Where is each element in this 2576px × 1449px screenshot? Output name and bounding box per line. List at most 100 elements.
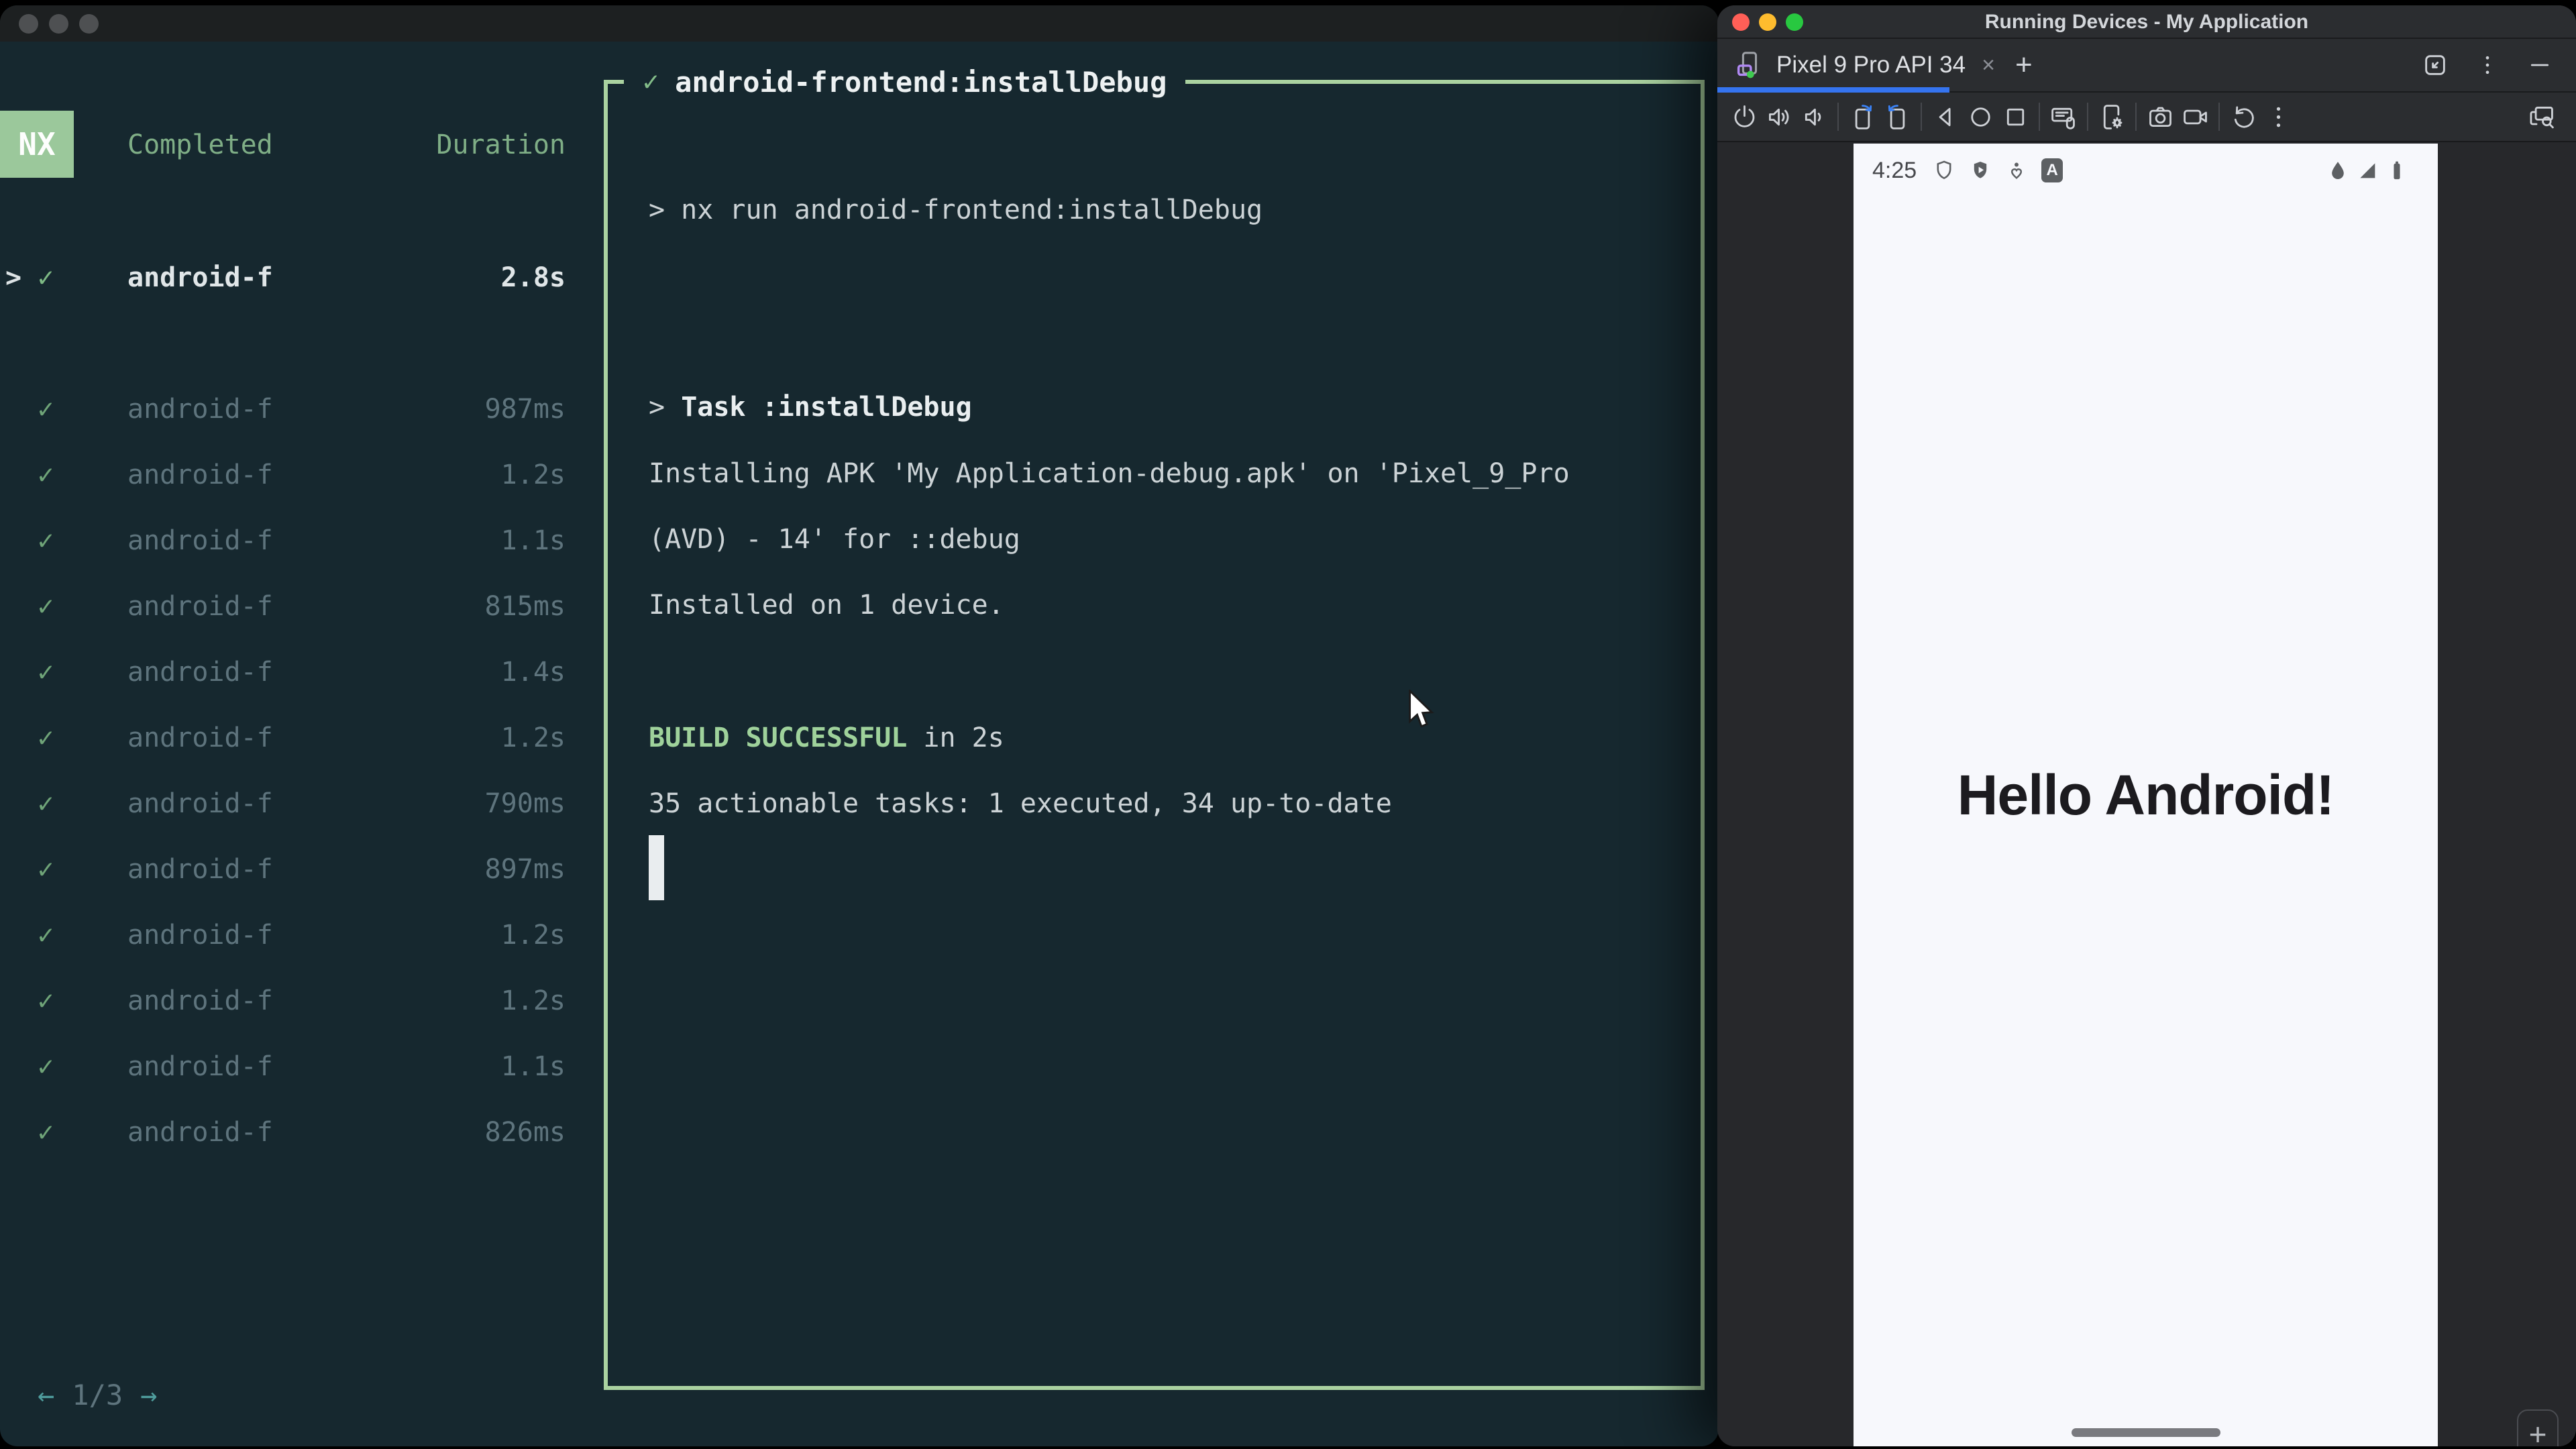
task-name: android-f [127, 920, 273, 951]
task-line-name: Task :installDebug [681, 392, 972, 423]
task-duration: 2.8s [500, 262, 566, 293]
virtual-device-icon [1737, 52, 1758, 78]
task-duration: 1.1s [500, 1051, 566, 1082]
home-button[interactable] [1963, 92, 1998, 142]
overview-button[interactable] [1998, 92, 2033, 142]
restart-button[interactable] [2226, 92, 2261, 142]
task-name: android-f [127, 460, 273, 490]
emulator-panel: 4:25 A Hello Android! + [1717, 142, 2576, 1446]
terminal-cursor [649, 835, 664, 900]
task-name: android-f [127, 591, 273, 622]
toolbar-divider [1921, 103, 1922, 131]
running-devices-window: Running Devices - My Application Pixel 9… [1717, 5, 2576, 1446]
check-icon: ✓ [38, 722, 54, 753]
status-bar-notification-icons: A [1933, 158, 2063, 182]
screen-record-button[interactable] [2178, 92, 2212, 142]
task-row-active[interactable]: > ✓ android-f 2.8s [0, 261, 566, 294]
task-row[interactable]: ✓ android-f 1.2s [0, 984, 566, 1018]
build-summary-line: 35 actionable tasks: 1 executed, 34 up-t… [649, 788, 1392, 819]
signal-strength-icon [2360, 163, 2375, 178]
screenshot-button[interactable] [2143, 92, 2178, 142]
task-row[interactable]: ✓ android-f 987ms [0, 392, 566, 426]
task-duration: 1.4s [500, 657, 566, 688]
tab-bar-actions [2422, 52, 2553, 78]
task-row[interactable]: ✓ android-f 815ms [0, 590, 566, 623]
task-duration: 1.1s [500, 525, 566, 556]
task-row[interactable]: ✓ android-f 1.4s [0, 655, 566, 689]
emulator-screen[interactable]: 4:25 A Hello Android! [1854, 144, 2438, 1446]
tab-label: Pixel 9 Pro API 34 [1776, 52, 1966, 78]
minimize-button[interactable] [49, 14, 68, 34]
device-tab-bar: Pixel 9 Pro API 34 × + [1717, 39, 2576, 93]
toolbar-divider [1837, 103, 1839, 131]
tab-close-button[interactable]: × [1982, 52, 1995, 78]
status-bar-system-icons [2326, 159, 2408, 182]
studio-window-titlebar: Running Devices - My Application [1717, 5, 2576, 39]
zoom-controls: + − 1:1 [2517, 1409, 2559, 1446]
output-line: (AVD) - 14' for ::debug [649, 524, 1020, 555]
output-task-title: android-frontend:installDebug [675, 65, 1167, 99]
task-row[interactable]: ✓ android-f 1.1s [0, 1050, 566, 1083]
task-row[interactable]: ✓ android-f 1.2s [0, 458, 566, 492]
output-line: Installing APK 'My Application-debug.apk… [649, 458, 1570, 489]
zoom-in-button[interactable]: + [2529, 1419, 2547, 1446]
toolbar-more-options-button[interactable] [2261, 92, 2296, 142]
hide-window-button[interactable] [2526, 52, 2553, 78]
task-duration: 897ms [484, 854, 566, 885]
more-options-button[interactable] [2474, 52, 2501, 78]
task-line-text [665, 392, 681, 423]
build-result-line: BUILD SUCCESSFUL in 2s [649, 721, 1004, 755]
task-row[interactable]: ✓ android-f 897ms [0, 853, 566, 886]
desktop: NX Completed Duration > ✓ android-f 2.8s… [0, 0, 2576, 1449]
play-protect-icon [1974, 161, 1987, 178]
nx-logo-badge: NX [0, 111, 74, 178]
build-time-text: in 2s [907, 722, 1004, 753]
volume-up-button[interactable] [1762, 92, 1796, 142]
power-button[interactable] [1727, 92, 1762, 142]
battery-icon [2394, 161, 2400, 180]
build-status-text: BUILD SUCCESSFUL [649, 722, 908, 753]
check-icon: ✓ [38, 1051, 54, 1082]
task-duration: 987ms [484, 394, 566, 425]
back-button[interactable] [1928, 92, 1963, 142]
task-name: android-f [127, 1117, 273, 1148]
task-row[interactable]: ✓ android-f 1.2s [0, 721, 566, 755]
new-tab-button[interactable]: + [2015, 48, 2033, 82]
task-row[interactable]: ✓ android-f 1.2s [0, 918, 566, 952]
dock-window-button[interactable] [2422, 52, 2449, 78]
next-page-arrow[interactable]: → [140, 1378, 157, 1413]
check-icon: ✓ [38, 525, 54, 556]
hardware-input-button[interactable] [2046, 92, 2081, 142]
task-duration: 1.2s [500, 985, 566, 1016]
check-icon: ✓ [38, 262, 54, 293]
task-name: android-f [127, 985, 273, 1016]
toolbar-divider [2039, 103, 2040, 131]
rotate-left-button[interactable] [1845, 92, 1880, 142]
task-row[interactable]: ✓ android-f 826ms [0, 1116, 566, 1149]
check-icon: ✓ [38, 394, 54, 425]
task-duration: 815ms [484, 591, 566, 622]
location-icon [2332, 162, 2344, 180]
volume-down-button[interactable] [1796, 92, 1831, 142]
page-indicator: 1/3 [72, 1379, 123, 1411]
close-button[interactable] [19, 14, 38, 34]
window-title: Running Devices - My Application [1984, 11, 2309, 33]
task-row[interactable]: ✓ android-f 790ms [0, 787, 566, 820]
check-icon: ✓ [38, 1117, 54, 1148]
task-duration: 790ms [484, 788, 566, 819]
device-tab[interactable]: Pixel 9 Pro API 34 × [1733, 39, 1995, 91]
task-list-header: Completed Duration [127, 128, 566, 162]
zoom-button[interactable] [79, 14, 99, 34]
task-duration: 826ms [484, 1117, 566, 1148]
task-row[interactable]: ✓ android-f 1.1s [0, 524, 566, 557]
column-header-completed: Completed [127, 129, 273, 160]
device-settings-button[interactable] [2094, 92, 2129, 142]
device-mirror-search-button[interactable] [2524, 92, 2559, 142]
prev-page-arrow[interactable]: ← [38, 1378, 54, 1413]
terminal-command-line: > nx run android-frontend:installDebug [649, 193, 1263, 227]
gesture-navigation-bar[interactable] [2071, 1428, 2220, 1437]
mouse-cursor-icon [1409, 690, 1434, 728]
rotate-right-button[interactable] [1880, 92, 1915, 142]
check-icon: ✓ [38, 788, 54, 819]
check-icon: ✓ [643, 66, 659, 97]
